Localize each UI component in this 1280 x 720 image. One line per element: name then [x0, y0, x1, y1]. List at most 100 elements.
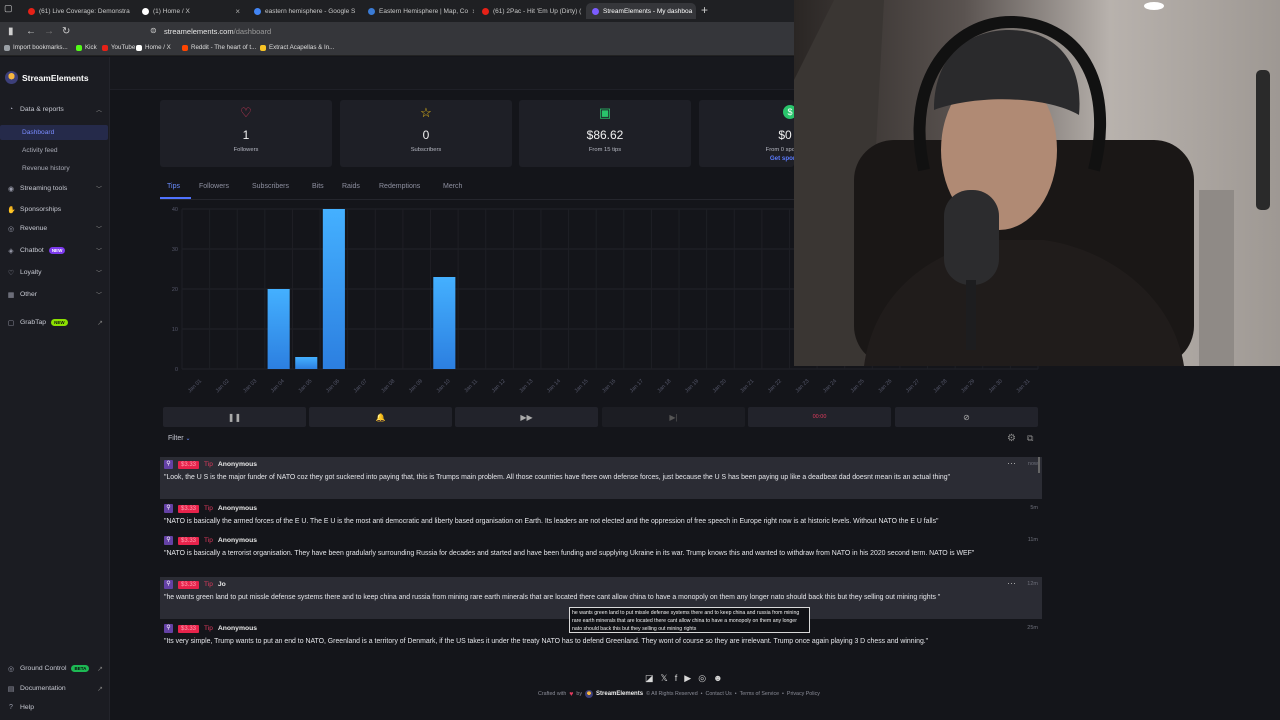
external-link-icon: ↗	[97, 685, 103, 693]
sidebar-item-label: Dashboard	[22, 129, 55, 136]
tab-list-icon[interactable]: ▢	[4, 3, 13, 14]
webcam-microphone	[944, 190, 999, 285]
sidebar-item-label: Ground Control	[20, 665, 67, 672]
clear-button[interactable]: ⊘	[895, 407, 1038, 427]
tab-favicon-icon	[254, 7, 261, 15]
sidebar-item[interactable]: ◈ Chatbot NEW ﹀	[0, 243, 110, 258]
twitch-icon[interactable]: ◪	[645, 673, 654, 684]
footer-sep: •	[782, 691, 784, 697]
sidebar-item[interactable]: ♡ Loyalty ﹀	[0, 265, 110, 280]
forward-icon[interactable]: →	[44, 26, 54, 37]
money-icon: ▣	[598, 105, 612, 120]
bookmark-item[interactable]: Home / X	[136, 44, 171, 51]
sidebar-item[interactable]: Dashboard	[0, 125, 108, 140]
sidebar-item[interactable]: ▦ Other ﹀	[0, 287, 110, 302]
discord-icon[interactable]: ☻	[713, 673, 722, 684]
footer-link[interactable]: Terms of Service	[740, 691, 779, 697]
bar[interactable]	[267, 289, 290, 369]
browser-tab[interactable]: (61) Live Coverage: Demonstra×	[22, 3, 134, 19]
bookmark-item[interactable]: YouTube	[102, 44, 135, 51]
bar[interactable]	[295, 357, 318, 369]
sidebar-item[interactable]: Activity feed	[0, 143, 110, 158]
feed-row-header: ⚲ $3.33 Tip Jo	[164, 580, 226, 589]
x-tick-label: Jan 27	[905, 378, 921, 394]
x-tick-label: Jan 12	[491, 378, 507, 394]
bookmark-item[interactable]: Kick	[76, 44, 97, 51]
sidebar-item[interactable]: ◎ Revenue ﹀	[0, 221, 110, 236]
browser-tab[interactable]: (1) Home / X ×	[136, 3, 246, 19]
tab-raids[interactable]: Raids	[342, 183, 360, 190]
footer-link[interactable]: Contact Us	[706, 691, 732, 697]
sidebar-bottom-item[interactable]: ◎ Ground Control BETA ↗	[0, 661, 110, 676]
get-sponsored-link[interactable]: Get spons	[699, 155, 794, 162]
sidebar-bottom-item[interactable]: ▤ Documentation ↗	[0, 681, 110, 696]
sidebar-item[interactable]: ◉ Streaming tools ﹀	[0, 181, 110, 196]
footer-sep: •	[734, 691, 737, 697]
star-outline-icon: ☆	[420, 105, 432, 120]
youtube-icon[interactable]: ▶	[684, 673, 691, 684]
timestamp: 11m	[1027, 537, 1038, 543]
site-info-icon[interactable]: ⊜	[150, 26, 157, 35]
sidebar-item[interactable]: ◔ Data & reports ︿	[0, 102, 110, 117]
heart-icon: ♡	[7, 269, 15, 277]
gear-icon[interactable]: ⚙	[1007, 433, 1016, 444]
brand[interactable]: StreamElements	[5, 71, 89, 84]
url-field[interactable]: streamelements.com/dashboard	[164, 27, 271, 36]
x-tick-label: Jan 11	[463, 378, 479, 394]
more-options-icon[interactable]: ⋯	[1007, 458, 1016, 469]
x-tick-label: Jan 21	[739, 378, 755, 394]
bookmark-item[interactable]: Reddit - The heart of t...	[182, 44, 256, 51]
bookmark-item[interactable]: Extract Acapellas & In...	[260, 44, 334, 51]
more-options-icon[interactable]: ⋯	[1007, 578, 1016, 589]
sidebar-item[interactable]: ▢ GrabTap NEW ↗	[0, 315, 110, 330]
feed-row-header: ⚲ $3.33 Tip Anonymous	[164, 460, 257, 469]
sidebar-toggle-icon[interactable]: ▮	[8, 26, 14, 37]
footer-link[interactable]: Privacy Policy	[787, 691, 820, 697]
skip-button[interactable]: ▶|	[602, 407, 745, 427]
sidebar-item[interactable]: ✋ Sponsorships	[0, 202, 110, 217]
handshake-icon: ✋	[7, 206, 16, 214]
pause-button[interactable]: ❚❚	[163, 407, 306, 427]
tab-subscribers[interactable]: Subscribers	[252, 183, 289, 190]
bell-button[interactable]: 🔔	[309, 407, 452, 427]
close-tab-icon[interactable]: ×	[472, 7, 474, 16]
facebook-icon[interactable]: f	[675, 673, 678, 684]
browser-tab[interactable]: eastern hemisphere - Google S×	[248, 3, 360, 19]
tab-tips[interactable]: Tips	[167, 183, 180, 190]
feed-row[interactable]: ⚲ $3.33 Tip Anonymous "Look, the U S is the …	[160, 457, 1042, 499]
instagram-icon[interactable]: ◎	[698, 673, 706, 684]
twitch-icon: ⚲	[164, 580, 173, 589]
sidebar-item[interactable]: Revenue history	[0, 161, 110, 176]
filter-dropdown[interactable]: Filter ⌄	[168, 435, 191, 442]
browser-tab[interactable]: (61) 2Pac - Hit 'Em Up (Dirty) (×	[476, 3, 584, 19]
back-icon[interactable]: ←	[26, 26, 36, 37]
browser-tab[interactable]: Eastern Hemisphere | Map, Co×	[362, 3, 474, 19]
feed-row[interactable]: ⚲ $3.33 Tip Anonymous "NATO is basically a t…	[160, 533, 1042, 575]
y-tick-label: 20	[172, 287, 178, 293]
tab-merch[interactable]: Merch	[443, 183, 462, 190]
tab-redemptions[interactable]: Redemptions	[379, 183, 420, 190]
close-tab-icon[interactable]: ×	[235, 7, 240, 16]
twitch-icon: ⚲	[164, 460, 173, 469]
tip-amount: $3.33	[178, 536, 200, 545]
popout-icon[interactable]: ⧉	[1027, 433, 1033, 444]
tab-title: (61) 2Pac - Hit 'Em Up (Dirty) (	[493, 7, 582, 15]
x-icon[interactable]: 𝕏	[661, 673, 668, 684]
tab-bits[interactable]: Bits	[312, 183, 324, 190]
bookmark-favicon-icon	[136, 44, 142, 51]
feed-row[interactable]: ⚲ $3.33 Tip Anonymous "NATO is basically the…	[160, 501, 1042, 529]
close-tab-icon[interactable]: ×	[359, 7, 360, 16]
footer-brand: StreamElements	[596, 691, 644, 697]
new-tab-button[interactable]: +	[701, 3, 708, 17]
bookmark-item[interactable]: Import bookmarks...	[4, 44, 68, 51]
chevron-down-icon: ﹀	[95, 293, 102, 299]
record-button[interactable]: 00:00	[748, 407, 891, 427]
bar[interactable]	[322, 209, 345, 369]
feed-scrollbar[interactable]	[1038, 457, 1040, 473]
sidebar-bottom-item[interactable]: ? Help	[0, 700, 110, 715]
reload-icon[interactable]: ↻	[62, 26, 70, 37]
tab-followers[interactable]: Followers	[199, 183, 229, 190]
browser-tab[interactable]: StreamElements - My dashboa×	[586, 3, 696, 19]
bar[interactable]	[433, 277, 456, 369]
fast-forward-button[interactable]: ▶▶	[455, 407, 598, 427]
